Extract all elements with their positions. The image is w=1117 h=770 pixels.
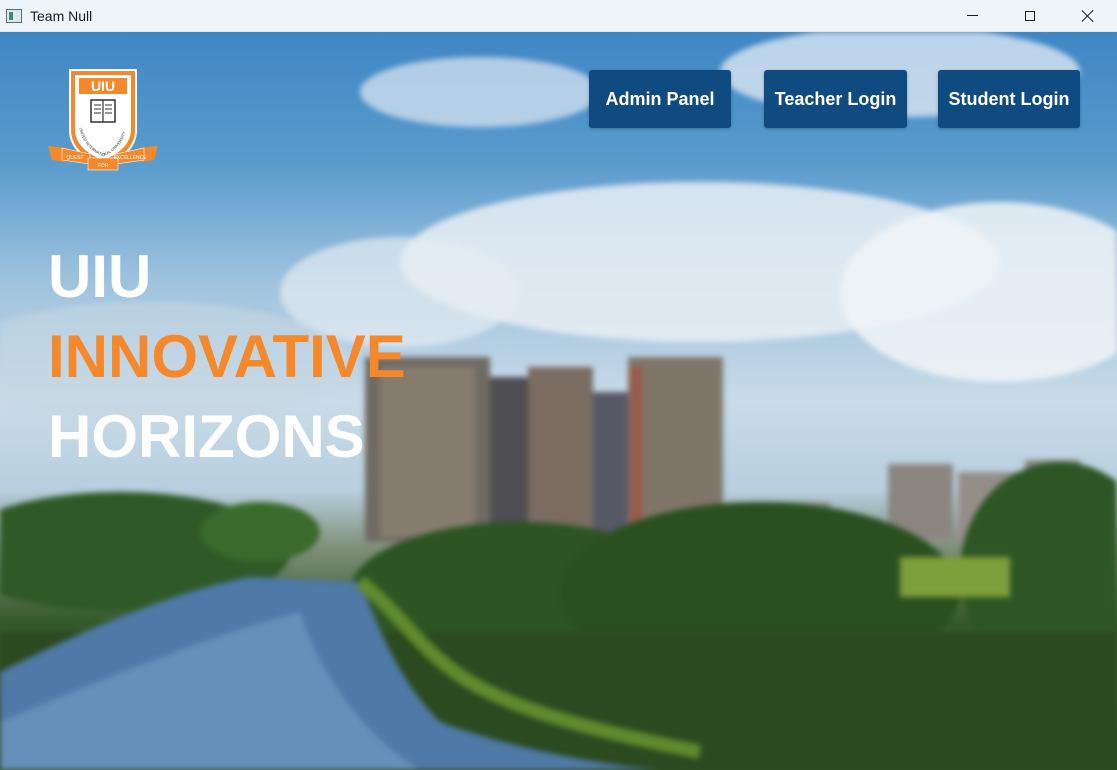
logo-ribbon-right: EXCELLENCE	[113, 155, 147, 161]
hero-line-innovative: INNOVATIVE	[48, 323, 406, 390]
hero-line-horizons: HORIZONS	[48, 403, 365, 470]
uiu-logo: UIU UNITED INTERNATIONAL UNIVERSITY QUES…	[48, 69, 158, 171]
minimize-button[interactable]	[943, 0, 1001, 31]
maximize-icon	[1025, 10, 1035, 21]
hero-line-uiu: UIU	[48, 243, 152, 310]
hero-section: UIU UNITED INTERNATIONAL UNIVERSITY QUES…	[0, 32, 1117, 770]
window-controls	[943, 0, 1117, 31]
logo-ribbon-left: QUEST	[66, 155, 83, 161]
teacher-login-button[interactable]: Teacher Login	[764, 70, 907, 128]
close-icon	[1081, 9, 1095, 23]
logo-ribbon-center: FOR	[98, 163, 109, 169]
app-window: Team Null UIU UNITED INTERNATIONAL UNIVE…	[0, 0, 1117, 770]
hero-heading: UIU INNOVATIVE HORIZONS	[48, 237, 406, 477]
app-window-icon	[6, 8, 22, 23]
student-login-button[interactable]: Student Login	[938, 70, 1080, 128]
admin-panel-button[interactable]: Admin Panel	[589, 70, 731, 128]
close-button[interactable]	[1059, 0, 1117, 31]
window-title: Team Null	[30, 7, 93, 24]
logo-text: UIU	[91, 78, 115, 94]
title-bar[interactable]: Team Null	[0, 0, 1117, 32]
minimize-icon	[966, 15, 978, 16]
maximize-button[interactable]	[1001, 0, 1059, 31]
